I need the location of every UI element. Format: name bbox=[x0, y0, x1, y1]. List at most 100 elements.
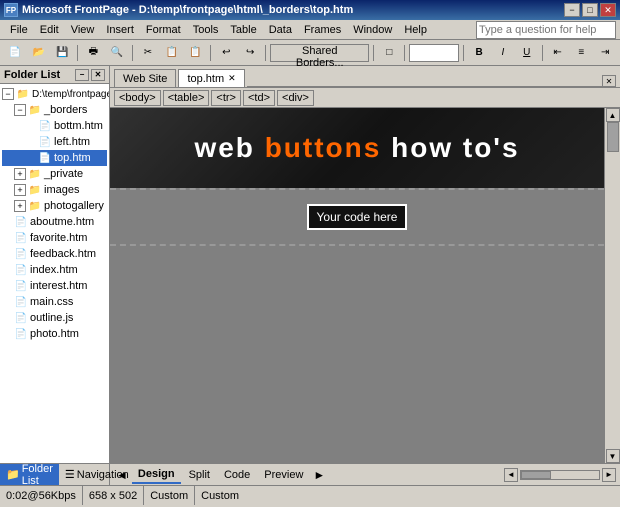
design-tab[interactable]: Design bbox=[132, 466, 181, 484]
file-label: interest.htm bbox=[30, 280, 87, 292]
expand-icon[interactable]: − bbox=[2, 88, 14, 100]
menu-insert[interactable]: Insert bbox=[100, 22, 140, 38]
list-item[interactable]: 📄 feedback.htm bbox=[2, 246, 107, 262]
menu-edit[interactable]: Edit bbox=[34, 22, 65, 38]
file-icon: 📄 bbox=[14, 263, 28, 277]
undo-button[interactable]: ↩ bbox=[215, 43, 237, 63]
tab-website[interactable]: Web Site bbox=[114, 69, 176, 87]
menu-file[interactable]: File bbox=[4, 22, 34, 38]
list-item[interactable]: 📄 left.htm bbox=[2, 134, 107, 150]
status-time: 0:02@56Kbps bbox=[0, 486, 83, 505]
status-custom1: Custom bbox=[144, 486, 195, 505]
align-left-button[interactable]: ⇤ bbox=[547, 43, 569, 63]
title-text-web: web bbox=[194, 132, 264, 163]
menu-help[interactable]: Help bbox=[398, 22, 433, 38]
expand-icon[interactable]: + bbox=[14, 168, 26, 180]
breadcrumb-table[interactable]: <table> bbox=[163, 90, 210, 106]
breadcrumb-tr[interactable]: <tr> bbox=[211, 90, 241, 106]
font-size-input[interactable]: 3 (12 pt) bbox=[409, 44, 459, 62]
list-item[interactable]: 📄 photo.htm bbox=[2, 326, 107, 342]
shared-borders-button[interactable]: Shared Borders... bbox=[270, 44, 369, 62]
list-item[interactable]: − 📁 _borders bbox=[2, 102, 107, 118]
print-button[interactable]: 🖶 bbox=[82, 43, 104, 63]
list-item[interactable]: 📄 top.htm bbox=[2, 150, 107, 166]
hscroll-thumb[interactable] bbox=[521, 471, 551, 479]
component-button[interactable]: □ bbox=[378, 43, 400, 63]
panel-close-button[interactable]: ✕ bbox=[91, 69, 105, 81]
expand-icon[interactable]: + bbox=[14, 184, 26, 196]
underline-button[interactable]: U bbox=[516, 43, 538, 63]
size-label: 658 x 502 bbox=[89, 490, 137, 502]
hscroll-track[interactable] bbox=[520, 470, 600, 480]
tree-root[interactable]: − 📁 D:\temp\frontpage\html bbox=[2, 86, 107, 102]
menu-view[interactable]: View bbox=[65, 22, 101, 38]
file-icon: 📄 bbox=[14, 327, 28, 341]
open-button[interactable]: 📂 bbox=[28, 43, 50, 63]
expand-borders-icon[interactable]: − bbox=[14, 104, 26, 116]
file-icon: 📄 bbox=[14, 311, 28, 325]
scrollbar-track[interactable] bbox=[606, 122, 620, 449]
copy-button[interactable]: 📋 bbox=[161, 43, 183, 63]
scroll-left-arrow[interactable]: ◄ bbox=[114, 468, 130, 482]
align-center-button[interactable]: ≡ bbox=[570, 43, 592, 63]
panel-minimize-button[interactable]: − bbox=[75, 69, 89, 81]
italic-button[interactable]: I bbox=[492, 43, 514, 63]
breadcrumb-body[interactable]: <body> bbox=[114, 90, 161, 106]
minimize-button[interactable]: − bbox=[564, 3, 580, 17]
list-item[interactable]: 📄 aboutme.htm bbox=[2, 214, 107, 230]
maximize-button[interactable]: □ bbox=[582, 3, 598, 17]
file-label: top.htm bbox=[54, 152, 91, 164]
separator-8 bbox=[542, 45, 543, 61]
list-item[interactable]: + 📁 images bbox=[2, 182, 107, 198]
scroll-down-button[interactable]: ▼ bbox=[606, 449, 620, 463]
redo-button[interactable]: ↪ bbox=[239, 43, 261, 63]
folder-list-tab[interactable]: 📁 Folder List bbox=[0, 464, 59, 485]
expand-icon[interactable]: + bbox=[14, 200, 26, 212]
hscroll-left-button[interactable]: ◄ bbox=[504, 468, 518, 482]
scroll-up-button[interactable]: ▲ bbox=[606, 108, 620, 122]
align-right-button[interactable]: ⇥ bbox=[594, 43, 616, 63]
menu-frames[interactable]: Frames bbox=[298, 22, 347, 38]
breadcrumb-div[interactable]: <div> bbox=[277, 90, 314, 106]
list-item[interactable]: 📄 bottm.htm bbox=[2, 118, 107, 134]
breadcrumb-td[interactable]: <td> bbox=[243, 90, 275, 106]
scrollbar-vertical[interactable]: ▲ ▼ bbox=[604, 108, 620, 463]
scrollbar-thumb[interactable] bbox=[607, 122, 619, 152]
tab-panel-close[interactable]: ✕ bbox=[602, 75, 616, 87]
folder-icon: 📁 bbox=[28, 167, 42, 181]
new-button[interactable]: 📄 bbox=[4, 43, 26, 63]
file-label: aboutme.htm bbox=[30, 216, 94, 228]
help-search-input[interactable] bbox=[476, 21, 616, 39]
preview-tab[interactable]: Preview bbox=[258, 467, 309, 483]
code-tab[interactable]: Code bbox=[218, 467, 256, 483]
list-item[interactable]: 📄 outline.js bbox=[2, 310, 107, 326]
menu-tools[interactable]: Tools bbox=[187, 22, 225, 38]
menu-format[interactable]: Format bbox=[140, 22, 187, 38]
list-item[interactable]: + 📁 photogallery bbox=[2, 198, 107, 214]
menu-window[interactable]: Window bbox=[347, 22, 398, 38]
list-item[interactable]: 📄 interest.htm bbox=[2, 278, 107, 294]
title-bar: FP Microsoft FrontPage - D:\temp\frontpa… bbox=[0, 0, 620, 20]
tab-close-icon[interactable]: ✕ bbox=[228, 73, 236, 84]
split-tab[interactable]: Split bbox=[183, 467, 216, 483]
app-icon: FP bbox=[4, 3, 18, 17]
list-item[interactable]: 📄 favorite.htm bbox=[2, 230, 107, 246]
list-item[interactable]: + 📁 _private bbox=[2, 166, 107, 182]
close-button[interactable]: ✕ bbox=[600, 3, 616, 17]
cut-button[interactable]: ✂ bbox=[137, 43, 159, 63]
list-item[interactable]: 📄 main.css bbox=[2, 294, 107, 310]
menu-data[interactable]: Data bbox=[263, 22, 298, 38]
webpage-preview: web buttons how to's Your code here bbox=[110, 108, 604, 463]
list-item[interactable]: 📄 index.htm bbox=[2, 262, 107, 278]
save-button[interactable]: 💾 bbox=[52, 43, 74, 63]
folder-icon: 📁 bbox=[16, 87, 30, 101]
preview-button[interactable]: 🔍 bbox=[106, 43, 128, 63]
tab-tophtm[interactable]: top.htm ✕ bbox=[178, 69, 244, 87]
scroll-right-arrow[interactable]: ► bbox=[311, 468, 327, 482]
hscroll-right-button[interactable]: ► bbox=[602, 468, 616, 482]
web-title: web buttons how to's bbox=[194, 132, 519, 164]
menu-table[interactable]: Table bbox=[224, 22, 262, 38]
bold-button[interactable]: B bbox=[468, 43, 490, 63]
custom2-label: Custom bbox=[201, 490, 239, 502]
paste-button[interactable]: 📋 bbox=[185, 43, 207, 63]
